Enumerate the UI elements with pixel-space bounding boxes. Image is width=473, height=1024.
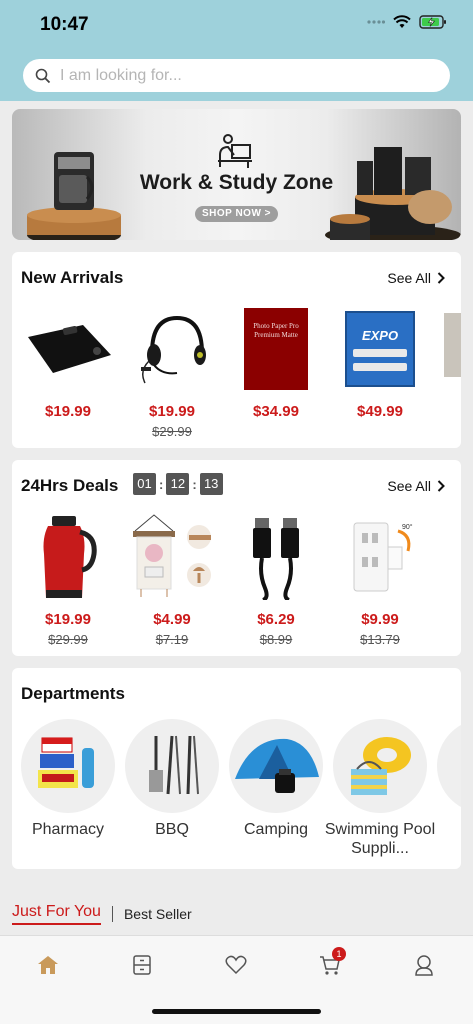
see-all-label: See All (387, 478, 431, 494)
departments-carousel[interactable]: Pharmacy BBQ Camping Swimming Pool Suppl… (12, 719, 461, 869)
timer-hours: 01 (133, 473, 156, 495)
cart-count-badge: 1 (332, 947, 346, 961)
department-camping[interactable]: Camping (220, 719, 324, 869)
section-title: Departments (21, 684, 125, 703)
product-card[interactable]: $4.99 $7.19 (120, 511, 224, 651)
thermal-carafe-image (20, 515, 116, 599)
wifi-icon (393, 15, 411, 28)
see-all-label: See All (387, 270, 431, 286)
photo-paper-label: Photo Paper Pro Premium Matte (253, 322, 299, 339)
bbq-tools-image (125, 719, 219, 813)
countdown-timer: 01 : 12 : 13 (133, 473, 223, 495)
wall-hanging-image (124, 514, 220, 599)
pool-float-image (333, 719, 427, 813)
nav-account[interactable] (412, 954, 436, 976)
product-price: $9.99 (361, 611, 399, 628)
tab-best-seller[interactable]: Best Seller (124, 906, 192, 922)
pharmacy-image (21, 719, 115, 813)
department-partial[interactable] (428, 719, 461, 869)
product-card[interactable]: $19.99 $29.99 (120, 303, 224, 443)
product-old-price: $29.99 (48, 632, 88, 647)
product-card[interactable]: EXPO $49.99 (328, 303, 432, 443)
departments-section: Departments Pharmacy BBQ Camping Swimmin… (12, 668, 461, 869)
product-price: $49.99 (357, 403, 403, 420)
see-all-link[interactable]: See All (387, 478, 445, 494)
product-old-price: $13.79 (360, 632, 400, 647)
displayport-cable-image (228, 515, 324, 600)
status-icons (367, 15, 447, 29)
department-swimming-pool[interactable]: Swimming Pool Suppli... (324, 719, 435, 869)
product-card[interactable]: Photo Paper Pro Premium Matte $34.99 (224, 303, 328, 443)
expo-markers-image: EXPO (332, 307, 428, 391)
department-label: Pharmacy (31, 821, 105, 838)
photo-paper-image: Photo Paper Pro Premium Matte (228, 307, 324, 391)
chevron-right-icon (437, 272, 445, 284)
product-price: $19.99 (149, 403, 195, 420)
product-card[interactable]: $6.29 $8.99 (224, 511, 328, 651)
product-card[interactable]: $19.99 $29.99 (16, 511, 120, 651)
new-arrivals-section: New Arrivals See All $19.99 $19.99 $29.9… (12, 252, 461, 448)
product-price: $19.99 (45, 611, 91, 628)
heart-icon (225, 955, 247, 975)
department-label: Swimming Pool Suppli... (324, 821, 436, 857)
timer-seconds: 13 (199, 473, 223, 495)
nav-wishlist[interactable] (224, 954, 248, 976)
nav-cart[interactable]: 1 (318, 947, 346, 976)
deals-section: 24Hrs Deals 01 : 12 : 13 See All $19.99 … (12, 460, 461, 656)
svg-text:90°: 90° (402, 523, 413, 531)
promo-banner[interactable]: Work & Study Zone SHOP NOW > (12, 109, 461, 240)
battery-charging-icon (419, 15, 446, 29)
header: 10:47 (0, 0, 473, 101)
work-desk-icon (218, 134, 252, 168)
search-input[interactable] (60, 66, 400, 85)
department-pharmacy[interactable]: Pharmacy (12, 719, 116, 869)
product-old-price: $7.19 (155, 632, 189, 647)
tent-image (229, 719, 323, 813)
outlet-shelf-image: 90° (332, 515, 428, 599)
timer-separator: : (192, 476, 197, 492)
product-old-price: $8.99 (259, 632, 293, 647)
see-all-link[interactable]: See All (387, 270, 445, 286)
chevron-right-icon (437, 480, 445, 492)
timer-minutes: 12 (166, 473, 190, 495)
department-label: Camping (243, 821, 309, 838)
section-title: New Arrivals (21, 268, 124, 287)
categories-icon (133, 955, 151, 975)
feed-tabs: Just For You Best Seller (12, 903, 192, 925)
product-carousel[interactable]: $19.99 $19.99 $29.99 Photo Paper Pro Pre… (12, 303, 461, 443)
shop-now-button[interactable]: SHOP NOW > (195, 206, 278, 222)
product-price: $6.29 (257, 611, 295, 628)
status-time: 10:47 (40, 14, 89, 35)
product-card[interactable]: $19.99 (16, 303, 120, 443)
product-card-partial[interactable] (432, 303, 461, 443)
department-image-partial (437, 719, 461, 813)
signal-icon (367, 20, 385, 24)
search-icon (35, 68, 51, 83)
product-old-price: $29.99 (152, 424, 192, 439)
speakers-image (325, 147, 461, 240)
department-bbq[interactable]: BBQ (116, 719, 220, 869)
timer-separator: : (159, 476, 164, 492)
tab-just-for-you[interactable]: Just For You (12, 903, 101, 925)
expo-logo-label: EXPO (361, 327, 399, 343)
clipboard-case-image (20, 307, 116, 391)
deals-carousel[interactable]: $19.99 $29.99 $4.99 $7.19 $6.29 $8.99 90… (12, 511, 461, 651)
product-price: $4.99 (153, 611, 191, 628)
search-bar[interactable] (23, 59, 450, 92)
nav-categories[interactable] (130, 954, 154, 976)
user-icon (415, 955, 433, 976)
product-price: $34.99 (253, 403, 299, 420)
section-title: 24Hrs Deals (21, 476, 119, 495)
product-image-partial (444, 313, 461, 377)
product-card[interactable]: 90° $9.99 $13.79 (328, 511, 432, 651)
nav-home[interactable] (36, 954, 60, 976)
department-label: BBQ (155, 821, 189, 838)
product-price: $19.99 (45, 403, 91, 420)
home-indicator (152, 1009, 321, 1014)
headset-image (124, 307, 220, 391)
tab-divider (111, 906, 113, 922)
home-icon (38, 956, 58, 974)
